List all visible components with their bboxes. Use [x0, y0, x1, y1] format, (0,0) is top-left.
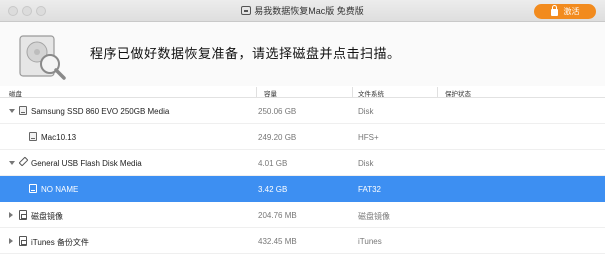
usb-icon [18, 156, 29, 167]
header-message: 程序已做好数据恢复准备，请选择磁盘并点击扫描。 [90, 46, 401, 61]
column-separator [352, 87, 353, 97]
title-bar: 易我数据恢复Mac版 免费版 激活 [0, 0, 605, 22]
disk-filesystem: iTunes [358, 237, 382, 246]
disk-row-itunes[interactable]: iTunes 备份文件 432.45 MB iTunes [0, 228, 605, 254]
activate-label: 激活 [563, 7, 580, 16]
partition-row-no-name[interactable]: NO NAME 3.42 GB FAT32 [0, 176, 605, 202]
disk-capacity: 4.01 GB [258, 159, 288, 168]
disclosure-collapsed-icon[interactable] [9, 238, 13, 244]
disk-name: Samsung SSD 860 EVO 250GB Media [31, 107, 170, 116]
partition-capacity: 249.20 GB [258, 133, 297, 142]
window-title: 易我数据恢复Mac版 免费版 [254, 6, 364, 16]
column-header-row: 磁盘 容量 文件系统 保护状态 [0, 86, 605, 98]
activate-button[interactable]: 激活 [534, 4, 596, 19]
column-separator [256, 87, 257, 97]
disk-name: General USB Flash Disk Media [31, 159, 142, 168]
disclosure-expanded-icon[interactable] [9, 109, 15, 113]
column-separator [437, 87, 438, 97]
disk-name: 磁盘镜像 [31, 212, 63, 221]
disk-icon [19, 106, 27, 115]
disclosure-collapsed-icon[interactable] [9, 212, 13, 218]
disk-row-samsung[interactable]: Samsung SSD 860 EVO 250GB Media 250.06 G… [0, 98, 605, 124]
disk-capacity: 250.06 GB [258, 107, 297, 116]
lock-icon [550, 5, 558, 16]
disclosure-expanded-icon[interactable] [9, 161, 15, 165]
drive-search-icon [19, 35, 66, 80]
disk-icon [29, 132, 37, 141]
disk-filesystem: Disk [358, 159, 374, 168]
column-capacity[interactable]: 容量 [264, 88, 277, 98]
app-icon [241, 6, 252, 15]
disk-row-image[interactable]: 磁盘镜像 204.76 MB 磁盘镜像 [0, 202, 605, 228]
partition-capacity: 3.42 GB [258, 185, 288, 194]
partition-filesystem: HFS+ [358, 133, 379, 142]
disk-name: iTunes 备份文件 [31, 238, 89, 247]
disk-filesystem: Disk [358, 107, 374, 116]
disk-filesystem: 磁盘镜像 [358, 212, 390, 221]
backup-file-icon [19, 236, 27, 246]
partition-name: NO NAME [41, 185, 79, 194]
disk-image-icon [19, 210, 27, 220]
column-disk[interactable]: 磁盘 [9, 88, 22, 98]
disk-capacity: 432.45 MB [258, 237, 297, 246]
column-filesystem[interactable]: 文件系统 [358, 88, 384, 98]
column-protection[interactable]: 保护状态 [445, 88, 471, 98]
header-banner: 程序已做好数据恢复准备，请选择磁盘并点击扫描。 [0, 22, 605, 86]
disk-list: Samsung SSD 860 EVO 250GB Media 250.06 G… [0, 98, 605, 254]
disk-icon [29, 184, 37, 193]
window-title-wrap: 易我数据恢复Mac版 免费版 [0, 4, 605, 17]
partition-filesystem: FAT32 [358, 185, 381, 194]
partition-name: Mac10.13 [41, 133, 77, 142]
disk-capacity: 204.76 MB [258, 211, 297, 220]
disk-row-usb[interactable]: General USB Flash Disk Media 4.01 GB Dis… [0, 150, 605, 176]
partition-row-mac[interactable]: Mac10.13 249.20 GB HFS+ [0, 124, 605, 150]
